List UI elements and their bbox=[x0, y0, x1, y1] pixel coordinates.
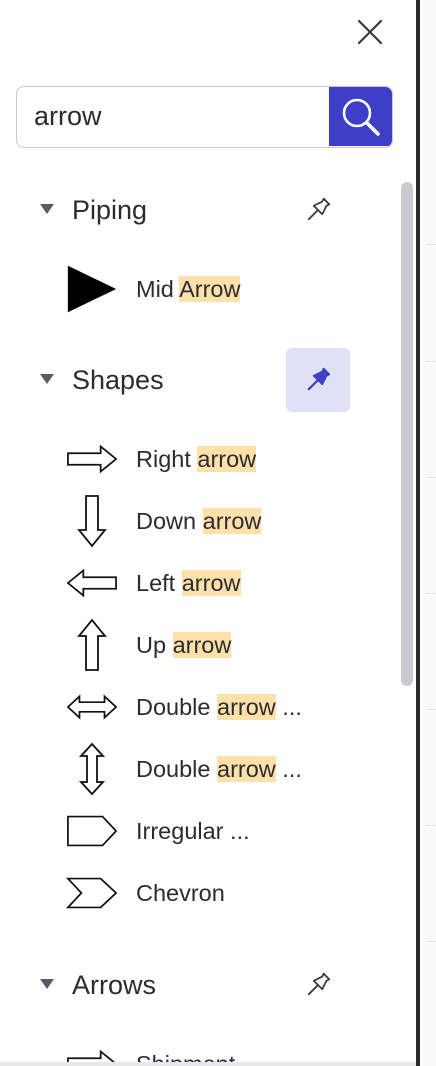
panel-bottom-edge bbox=[0, 1062, 416, 1066]
shape-item-left-arrow[interactable]: Left arrow bbox=[56, 555, 386, 611]
collapse-caret-icon[interactable] bbox=[40, 204, 54, 214]
shape-item-double-arrow-vertical[interactable]: Double arrow ... bbox=[56, 741, 386, 797]
close-icon bbox=[357, 19, 383, 45]
shape-item-right-arrow[interactable]: Right arrow bbox=[56, 431, 386, 487]
shape-item-mid-arrow[interactable]: Mid Arrow bbox=[56, 261, 386, 317]
grid-line bbox=[426, 825, 436, 826]
shape-search-panel: Piping Mid Arrow Shapes bbox=[0, 0, 416, 1066]
triangle-icon bbox=[66, 265, 118, 313]
shape-item-up-arrow[interactable]: Up arrow bbox=[56, 617, 386, 673]
shape-item-label: Down arrow bbox=[136, 508, 262, 534]
pin-button-shapes[interactable] bbox=[286, 348, 350, 412]
search-button[interactable] bbox=[329, 87, 392, 146]
shape-item-label: Irregular ... bbox=[136, 818, 250, 844]
pin-icon bbox=[307, 972, 331, 996]
grid-line bbox=[426, 477, 436, 478]
shape-item-label: Up arrow bbox=[136, 632, 232, 658]
shape-item-label: Right arrow bbox=[136, 446, 257, 472]
pin-icon bbox=[307, 197, 331, 221]
shape-item-label: Chevron bbox=[136, 880, 225, 906]
section-header-piping[interactable]: Piping bbox=[0, 180, 400, 240]
section-title: Piping bbox=[72, 195, 148, 225]
canvas-edge[interactable] bbox=[420, 0, 436, 1066]
shape-item-chevron[interactable]: Chevron bbox=[56, 865, 386, 921]
grid-line bbox=[426, 361, 436, 362]
grid-line bbox=[426, 244, 436, 245]
shape-item-label: Double arrow ... bbox=[136, 756, 302, 782]
grid-line bbox=[426, 593, 436, 594]
left-arrow-icon bbox=[66, 561, 118, 605]
pin-button-arrows[interactable] bbox=[286, 953, 350, 1017]
shape-item-down-arrow[interactable]: Down arrow bbox=[56, 493, 386, 549]
scrollbar-thumb[interactable] bbox=[401, 182, 413, 686]
down-arrow-icon bbox=[66, 495, 118, 548]
chevron-icon bbox=[66, 871, 118, 915]
close-button[interactable] bbox=[350, 12, 390, 52]
shape-item-label: Left arrow bbox=[136, 570, 241, 596]
collapse-caret-icon[interactable] bbox=[40, 979, 54, 989]
section-title: Shapes bbox=[72, 365, 164, 395]
shape-item-label: Double arrow ... bbox=[136, 694, 302, 720]
shape-item-irregular[interactable]: Irregular ... bbox=[56, 803, 386, 859]
grid-line bbox=[426, 709, 436, 710]
section-header-shapes[interactable]: Shapes bbox=[0, 348, 400, 412]
pin-button-piping[interactable] bbox=[286, 178, 350, 242]
up-arrow-icon bbox=[66, 618, 118, 671]
irregular-pentagon-icon bbox=[66, 809, 118, 853]
pin-icon bbox=[307, 367, 331, 391]
right-arrow-icon bbox=[66, 437, 118, 481]
shape-item-label: Mid Arrow bbox=[136, 276, 241, 302]
collapse-caret-icon[interactable] bbox=[40, 374, 54, 384]
search-input[interactable] bbox=[17, 87, 330, 146]
section-title: Arrows bbox=[72, 970, 157, 1000]
grid-line bbox=[426, 941, 436, 942]
shape-item-double-arrow-horizontal[interactable]: Double arrow ... bbox=[56, 679, 386, 735]
double-vertical-arrow-icon bbox=[66, 742, 118, 796]
section-header-arrows[interactable]: Arrows bbox=[0, 955, 400, 1015]
double-horizontal-arrow-icon bbox=[66, 685, 118, 729]
search-icon bbox=[342, 98, 380, 136]
search-box bbox=[16, 86, 393, 148]
